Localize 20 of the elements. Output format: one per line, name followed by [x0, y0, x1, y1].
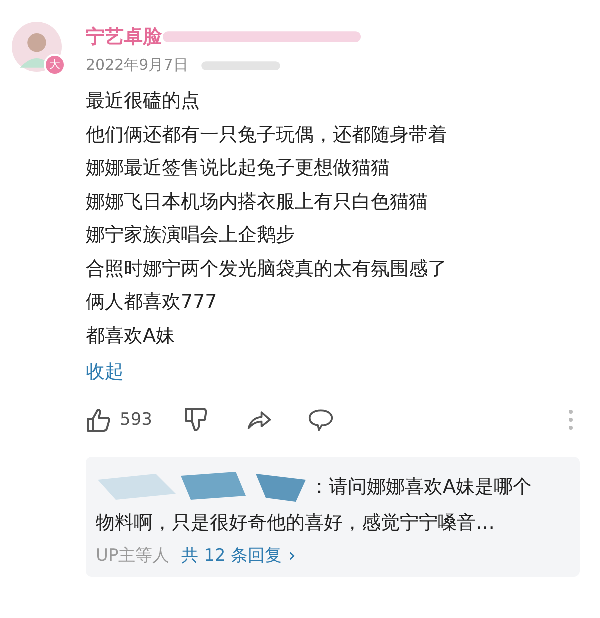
comment-text: 他们俩还都有一只兔子玩偶，还都随身带着 [86, 122, 448, 148]
comment-text: 合照时娜宁两个发光脑袋真的太有氛围感了 [86, 256, 448, 282]
repliers-label: UP主等人 [96, 544, 170, 566]
comment-text: 娜宁家族演唱会上企鹅步 [86, 223, 296, 248]
comment-text: 娜娜飞日本机场内搭衣服上有只白色猫猫 [86, 190, 429, 214]
reply-text: 物料啊，只是很好奇他的喜好，感觉宁宁嗓音… [96, 511, 496, 536]
like-count: 593 [120, 410, 152, 430]
comment-icon[interactable] [308, 407, 334, 433]
comment-text: 最近很磕的点 [86, 89, 201, 114]
reply-text: ：请问娜娜喜欢A妹是哪个 [310, 475, 532, 500]
collapse-link[interactable]: 收起 [86, 355, 124, 389]
username[interactable]: 宁艺卓脸 [86, 24, 162, 50]
comment-text: 都喜欢A妹 [86, 324, 176, 348]
like-icon[interactable] [86, 407, 112, 433]
comment-text: 俩人都喜欢777 [86, 290, 218, 315]
reply-count-link[interactable]: 共 12 条回复 [182, 544, 282, 566]
chevron-icon[interactable]: › [288, 543, 296, 567]
comment-text: 娜娜最近签售说比起兔子更想做猫猫 [86, 156, 391, 181]
level-badge: 大 [44, 54, 66, 76]
comment-date: 2022年9月7日 [86, 56, 188, 75]
